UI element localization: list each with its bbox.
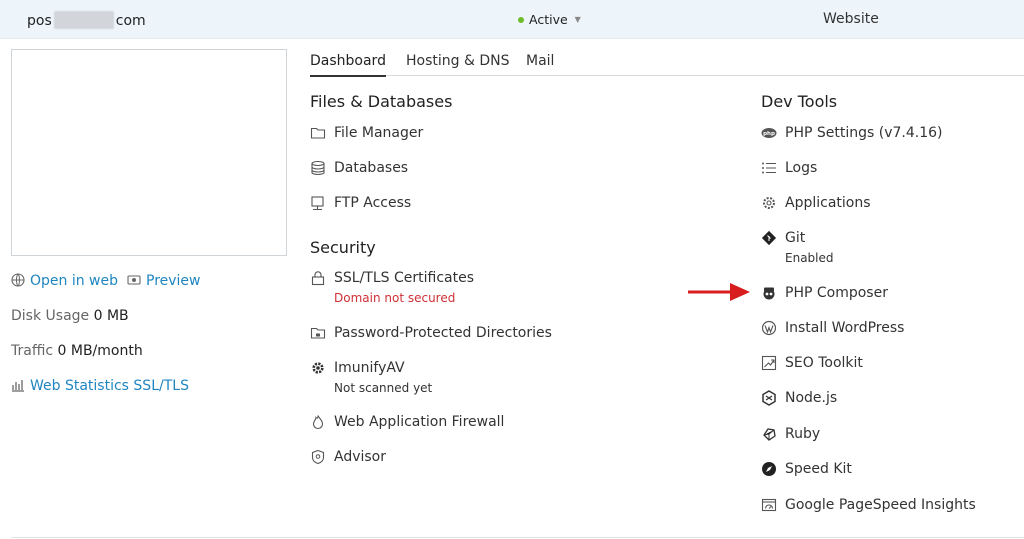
site-preview-thumbnail[interactable]: [11, 49, 287, 256]
speedkit-icon: [762, 462, 776, 476]
eye-icon: [127, 275, 141, 285]
advisor-icon: [311, 449, 325, 465]
databases-label: Databases: [334, 160, 409, 176]
lock-icon: [311, 271, 325, 286]
ssl-tls-label: SSL/TLS Certificates: [334, 270, 474, 286]
git-icon: [761, 230, 777, 246]
ssl-status-text: Domain not secured: [334, 291, 456, 305]
database-icon: [311, 160, 325, 176]
waf-label: Web Application Firewall: [334, 414, 505, 430]
imunifyav-item[interactable]: ImunifyAV: [310, 360, 405, 376]
traffic-label: Traffic: [11, 343, 54, 359]
open-in-web-link[interactable]: Open in web: [11, 273, 118, 289]
gear-icon: [312, 362, 324, 374]
website-label: Website: [823, 11, 879, 27]
redacted-domain-blur: [53, 11, 114, 29]
install-wordpress-label: Install WordPress: [785, 320, 905, 336]
folder-icon: [310, 127, 326, 139]
password-protected-label: Password-Protected Directories: [334, 325, 552, 341]
ftp-icon: [311, 196, 324, 211]
ruby-item[interactable]: Ruby: [761, 426, 820, 442]
globe-icon: [11, 273, 25, 287]
bar-chart-icon: [12, 380, 24, 392]
composer-icon: [763, 287, 775, 300]
list-icon: [762, 162, 776, 174]
disk-usage-label: Disk Usage: [11, 308, 90, 324]
git-status-text: Enabled: [785, 251, 834, 265]
domain-suffix: com: [115, 13, 146, 29]
pagespeed-icon: [761, 498, 777, 512]
pagespeed-insights-label: Google PageSpeed Insights: [785, 497, 976, 513]
applications-label: Applications: [785, 195, 871, 211]
git-item[interactable]: Git: [761, 230, 805, 246]
pagespeed-insights-item[interactable]: Google PageSpeed Insights: [761, 497, 976, 513]
status-dropdown[interactable]: Active ▼: [518, 12, 581, 27]
imunifyav-label: ImunifyAV: [334, 360, 405, 376]
bottom-divider: [11, 537, 1024, 538]
logs-item[interactable]: Logs: [761, 160, 817, 176]
lock-folder-icon: [310, 327, 326, 339]
imunifyav-status-text: Not scanned yet: [334, 381, 433, 395]
advisor-label: Advisor: [334, 449, 387, 465]
seo-toolkit-item[interactable]: SEO Toolkit: [761, 355, 863, 371]
svg-text:php: php: [763, 131, 775, 137]
databases-item[interactable]: Databases: [310, 160, 408, 176]
tab-bar: Dashboard Hosting & DNS Mail: [310, 47, 1024, 77]
preview-label: Preview: [146, 273, 201, 289]
tab-dashboard[interactable]: Dashboard: [310, 53, 386, 77]
web-statistics-label: Web Statistics SSL/TLS: [30, 378, 189, 394]
speed-kit-item[interactable]: Speed Kit: [761, 461, 852, 477]
open-in-web-label: Open in web: [30, 273, 119, 289]
status-dot-icon: [518, 16, 524, 23]
nodejs-label: Node.js: [785, 390, 838, 406]
logs-label: Logs: [785, 160, 818, 176]
php-settings-item[interactable]: php PHP Settings (v7.4.16): [761, 125, 942, 141]
ssl-tls-item[interactable]: SSL/TLS Certificates: [310, 270, 474, 286]
php-composer-label: PHP Composer: [785, 285, 888, 301]
speed-kit-label: Speed Kit: [785, 461, 852, 477]
traffic-value: 0 MB/month: [57, 343, 143, 359]
fire-icon: [312, 415, 324, 430]
file-manager-label: File Manager: [334, 125, 424, 141]
red-arrow-icon: [688, 283, 750, 301]
wordpress-icon: [761, 320, 777, 336]
ftp-access-item[interactable]: FTP Access: [310, 195, 411, 211]
status-label: Active: [529, 12, 568, 27]
tab-mail[interactable]: Mail: [526, 53, 554, 75]
git-label: Git: [785, 230, 806, 246]
cog-icon: [763, 197, 775, 209]
waf-item[interactable]: Web Application Firewall: [310, 414, 504, 430]
ruby-icon: [763, 428, 776, 441]
php-composer-item[interactable]: PHP Composer: [761, 285, 888, 301]
advisor-item[interactable]: Advisor: [310, 449, 386, 465]
ruby-label: Ruby: [785, 426, 821, 442]
security-title: Security: [310, 238, 376, 257]
dev-tools-title: Dev Tools: [761, 92, 838, 111]
install-wordpress-item[interactable]: Install WordPress: [761, 320, 904, 336]
disk-usage-value: 0 MB: [93, 308, 129, 324]
preview-link[interactable]: Preview: [127, 273, 201, 289]
seo-toolkit-label: SEO Toolkit: [785, 355, 863, 371]
web-statistics-link[interactable]: Web Statistics SSL/TLS: [11, 378, 189, 394]
nodejs-icon: [762, 390, 776, 406]
disk-usage: Disk Usage 0 MB: [11, 308, 129, 324]
chevron-down-icon: ▼: [574, 15, 581, 24]
files-databases-title: Files & Databases: [310, 92, 453, 111]
traffic: Traffic 0 MB/month: [11, 343, 143, 359]
ftp-access-label: FTP Access: [334, 195, 412, 211]
php-icon: php: [761, 128, 777, 138]
applications-item[interactable]: Applications: [761, 195, 871, 211]
seo-icon: [761, 355, 777, 371]
domain-name[interactable]: pos com: [27, 11, 146, 29]
domain-prefix: pos: [27, 13, 52, 29]
file-manager-item[interactable]: File Manager: [310, 125, 423, 141]
php-settings-label: PHP Settings (v7.4.16): [785, 125, 943, 141]
nodejs-item[interactable]: Node.js: [761, 390, 837, 406]
top-bar: pos com Active ▼ Website: [0, 0, 1024, 39]
tab-hosting-dns[interactable]: Hosting & DNS: [406, 53, 509, 75]
password-protected-item[interactable]: Password-Protected Directories: [310, 325, 552, 341]
